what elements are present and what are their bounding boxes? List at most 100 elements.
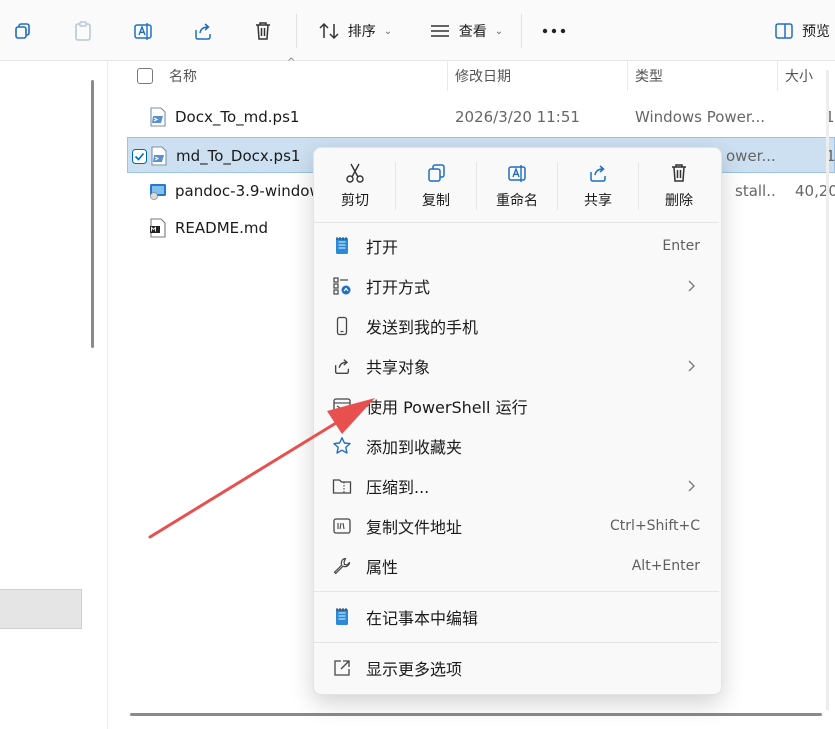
phone-icon	[332, 316, 352, 336]
column-header-modified-label: 修改日期	[455, 69, 511, 85]
copy-icon	[425, 162, 447, 184]
menu-item-label: 显示更多选项	[366, 660, 463, 679]
share-toolbar-button[interactable]	[188, 14, 218, 48]
navigation-scrollbar[interactable]	[91, 80, 94, 348]
chevron-right-icon	[686, 279, 696, 293]
select-all-checkbox[interactable]	[137, 61, 157, 91]
menu-item-shortcut: Alt+Enter	[631, 558, 700, 574]
chevron-right-icon	[686, 359, 696, 373]
menu-item-open[interactable]: 打开 Enter	[318, 227, 716, 265]
copy-toolbar-button[interactable]	[8, 14, 38, 48]
column-header-type[interactable]: 类型	[635, 61, 770, 91]
sort-button[interactable]: 排序 ⌄	[312, 14, 398, 48]
menu-item-shortcut: Ctrl+Shift+C	[610, 518, 700, 534]
menu-item-label: 属性	[366, 558, 399, 577]
column-header-modified[interactable]: 修改日期	[455, 61, 625, 91]
menu-item-share-with[interactable]: 共享对象	[318, 347, 716, 385]
menu-item-label: 发送到我的手机	[366, 318, 479, 337]
menu-divider	[314, 591, 719, 592]
powershell-icon	[332, 396, 352, 416]
menu-item-show-more-options[interactable]: 显示更多选项	[318, 649, 716, 687]
command-bar	[0, 0, 835, 61]
checkbox-checked-icon	[132, 148, 147, 164]
share-icon	[332, 356, 352, 376]
file-name: md_To_Docx.ps1	[176, 147, 301, 165]
delete-button[interactable]: 删除	[639, 152, 719, 216]
preview-label: 预览	[802, 24, 830, 40]
cut-button[interactable]: 剪切	[315, 152, 395, 216]
menu-item-properties[interactable]: 属性 Alt+Enter	[318, 547, 716, 585]
menu-item-run-powershell[interactable]: 使用 PowerShell 运行	[318, 387, 716, 425]
menu-item-add-to-favorites[interactable]: 添加到收藏夹	[318, 427, 716, 465]
delete-toolbar-button[interactable]	[248, 14, 278, 48]
copy-button[interactable]: 复制	[396, 152, 476, 216]
menu-item-send-to-phone[interactable]: 发送到我的手机	[318, 307, 716, 345]
column-header-type-label: 类型	[635, 69, 663, 85]
menu-item-label: 共享对象	[366, 358, 431, 377]
vertical-scrollbar[interactable]	[826, 70, 829, 710]
share-icon	[192, 20, 214, 42]
view-icon	[429, 23, 451, 39]
scissors-icon	[344, 162, 366, 184]
column-divider[interactable]	[777, 61, 778, 91]
cut-label: 剪切	[341, 193, 369, 209]
copy-label: 复制	[422, 193, 450, 209]
menu-divider	[314, 222, 719, 223]
file-name: Docx_To_md.ps1	[175, 108, 300, 126]
menu-item-copy-path[interactable]: 复制文件地址 Ctrl+Shift+C	[318, 507, 716, 545]
column-header-size[interactable]: 大小	[785, 61, 825, 91]
rename-button[interactable]: 重命名	[477, 152, 557, 216]
file-row[interactable]: Docx_To_md.ps1 2026/3/20 11:51 Windows P…	[127, 99, 835, 135]
file-size: 40,20	[795, 182, 835, 200]
column-header-size-label: 大小	[785, 69, 813, 85]
markdown-file-icon	[149, 210, 171, 246]
chevron-down-icon: ⌄	[383, 25, 393, 37]
wrench-icon	[332, 556, 352, 576]
trash-icon	[668, 162, 690, 184]
column-divider[interactable]	[447, 61, 448, 91]
menu-item-label: 使用 PowerShell 运行	[366, 398, 528, 417]
sort-ascending-icon: ^	[287, 57, 296, 68]
menu-item-open-with[interactable]: 打开方式	[318, 267, 716, 305]
paste-toolbar-button[interactable]	[68, 14, 98, 48]
checkbox-icon	[137, 68, 153, 84]
file-type: ower...	[726, 147, 776, 165]
toolbar-divider	[521, 14, 522, 48]
rename-toolbar-button[interactable]	[128, 14, 158, 48]
column-header-name[interactable]: 名称	[169, 61, 439, 91]
share-icon	[587, 162, 609, 184]
column-header-name-label: 名称	[169, 69, 197, 85]
copy-icon	[13, 21, 33, 41]
menu-item-shortcut: Enter	[662, 238, 700, 254]
trash-icon	[253, 20, 273, 42]
menu-item-label: 复制文件地址	[366, 518, 463, 537]
menu-item-edit-in-notepad[interactable]: 在记事本中编辑	[318, 598, 716, 636]
rename-icon	[506, 162, 528, 184]
column-divider[interactable]	[627, 61, 628, 91]
more-options-icon	[332, 658, 352, 678]
menu-item-label: 打开	[366, 238, 399, 257]
menu-item-label: 压缩到...	[366, 478, 430, 497]
clipboard-icon	[73, 20, 93, 42]
menu-item-label: 打开方式	[366, 278, 431, 297]
more-dots-icon	[542, 28, 566, 34]
file-name: README.md	[175, 219, 269, 237]
navigation-selected-item[interactable]	[0, 589, 82, 629]
menu-item-label: 在记事本中编辑	[366, 609, 479, 628]
menu-item-compress-to[interactable]: 压缩到...	[318, 467, 716, 505]
view-button[interactable]: 查看 ⌄	[424, 14, 508, 48]
horizontal-scrollbar[interactable]	[130, 713, 822, 716]
more-button[interactable]	[536, 14, 572, 48]
star-icon	[332, 436, 352, 456]
rename-icon	[132, 20, 154, 42]
view-label: 查看	[458, 24, 487, 40]
notepad-icon	[332, 236, 352, 256]
row-checkbox[interactable]	[132, 138, 150, 174]
zip-folder-icon	[332, 476, 352, 496]
share-label: 共享	[584, 193, 612, 209]
share-button[interactable]: 共享	[558, 152, 638, 216]
file-type: Windows Power...	[635, 108, 766, 126]
chevron-right-icon	[686, 479, 696, 493]
preview-button[interactable]: 预览	[774, 14, 835, 48]
menu-divider	[314, 642, 719, 643]
